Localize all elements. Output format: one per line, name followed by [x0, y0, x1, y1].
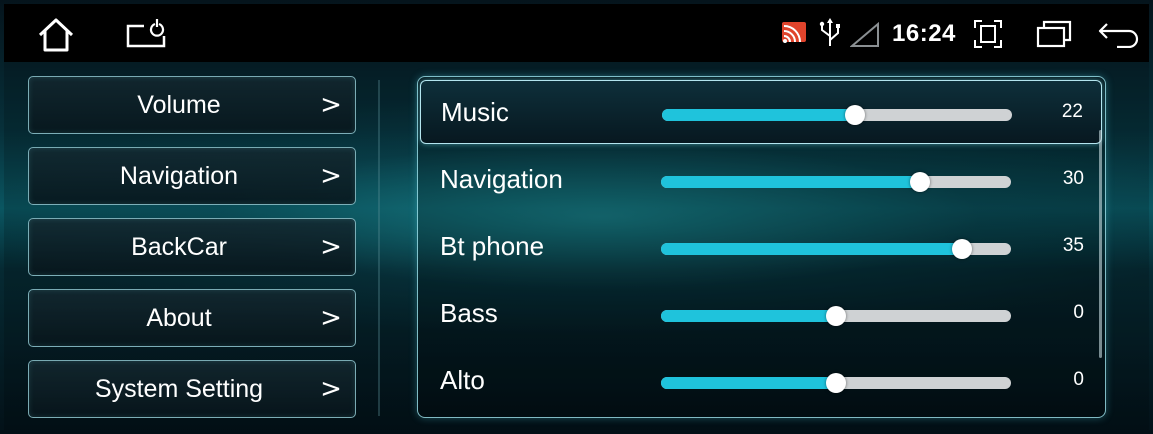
screenshot-icon[interactable] — [972, 18, 1004, 50]
slider-row-bass: Bass 0 — [420, 282, 1102, 346]
slider-row-alto: Alto 0 — [420, 349, 1102, 413]
alto-slider[interactable] — [661, 373, 1011, 393]
slider-row-navigation: Navigation 30 — [420, 148, 1102, 212]
music-slider[interactable] — [662, 105, 1012, 125]
clock: 16:24 — [892, 20, 956, 47]
scrollbar[interactable] — [1099, 130, 1102, 358]
menu-item-backcar[interactable]: BackCar > — [28, 218, 356, 276]
power-icon[interactable] — [124, 18, 168, 50]
slider-label: Music — [441, 97, 509, 127]
slider-label: Bt phone — [440, 231, 545, 261]
slider-label: Navigation — [440, 164, 563, 194]
menu-item-label: System Setting — [94, 374, 264, 403]
menu-item-system-setting[interactable]: System Setting > — [28, 360, 356, 418]
chevron-right-icon: > — [320, 374, 342, 404]
divider — [378, 80, 380, 416]
slider-value: 0 — [1073, 302, 1084, 323]
chevron-right-icon: > — [320, 161, 342, 191]
slider-label: Bass — [440, 298, 498, 328]
slider-value: 30 — [1062, 168, 1084, 189]
signal-icon — [850, 22, 880, 48]
bass-slider[interactable] — [661, 306, 1011, 326]
status-bar: 16:24 — [4, 4, 1149, 62]
menu-item-label: Volume — [137, 90, 221, 119]
back-icon[interactable] — [1097, 20, 1141, 48]
navigation-slider[interactable] — [661, 172, 1011, 192]
slider-fill — [661, 310, 836, 322]
slider-thumb[interactable] — [826, 306, 846, 326]
menu-item-volume[interactable]: Volume > — [28, 76, 356, 134]
bt-phone-slider[interactable] — [661, 239, 1011, 259]
slider-value: 22 — [1061, 101, 1083, 122]
slider-fill — [662, 109, 855, 121]
slider-row-bt-phone: Bt phone 35 — [420, 215, 1102, 279]
slider-fill — [661, 377, 836, 389]
slider-fill — [661, 176, 920, 188]
recents-icon[interactable] — [1034, 18, 1074, 50]
slider-value: 35 — [1062, 235, 1084, 256]
slider-thumb[interactable] — [844, 105, 865, 125]
chevron-right-icon: > — [320, 303, 342, 333]
slider-thumb[interactable] — [952, 239, 972, 259]
slider-label: Alto — [440, 365, 485, 395]
chevron-right-icon: > — [320, 90, 342, 120]
menu-item-label: BackCar — [131, 232, 227, 261]
slider-row-music: Music 22 — [420, 80, 1102, 144]
menu-item-label: About — [146, 303, 212, 332]
menu-item-about[interactable]: About > — [28, 289, 356, 347]
chevron-right-icon: > — [320, 232, 342, 262]
slider-thumb[interactable] — [910, 172, 930, 192]
slider-fill — [661, 243, 962, 255]
slider-thumb[interactable] — [826, 373, 846, 393]
menu-item-label: Navigation — [119, 161, 239, 190]
home-icon[interactable] — [36, 17, 76, 53]
slider-value: 0 — [1073, 369, 1084, 390]
usb-icon — [818, 18, 842, 48]
cast-icon — [780, 20, 808, 46]
menu-item-navigation[interactable]: Navigation > — [28, 147, 356, 205]
